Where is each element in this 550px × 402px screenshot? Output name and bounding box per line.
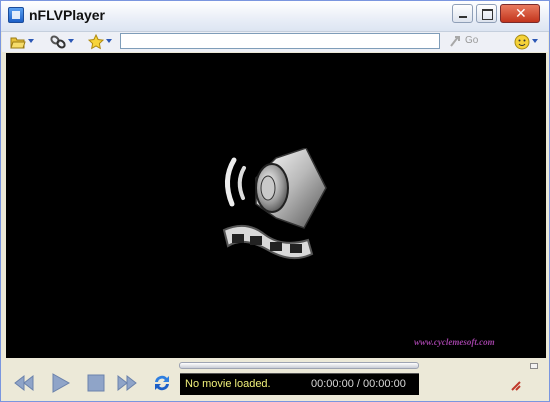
close-icon: ✕ (515, 6, 527, 22)
play-icon[interactable] (49, 372, 71, 394)
link-button[interactable] (50, 34, 78, 50)
status-panel: No movie loaded. 00:00:00 / 00:00:00 (180, 373, 419, 395)
favorites-button[interactable] (88, 34, 116, 50)
resize-icon[interactable] (509, 379, 523, 393)
link-icon (50, 35, 66, 49)
watermark-text: www.cyclemesoft.com (414, 337, 495, 347)
toolbar: Go (2, 32, 548, 52)
url-input[interactable] (120, 33, 440, 49)
next-icon[interactable] (116, 372, 138, 394)
maximize-button[interactable] (476, 4, 497, 23)
star-icon (88, 34, 104, 50)
time-display: 00:00:00 / 00:00:00 (311, 378, 406, 390)
open-folder-icon (10, 37, 26, 49)
maximize-icon (482, 9, 493, 20)
stop-icon[interactable] (85, 372, 107, 394)
help-dropdown-arrow-icon[interactable] (532, 39, 538, 43)
video-area[interactable]: www.cyclemesoft.com (6, 53, 546, 358)
previous-icon[interactable] (13, 372, 35, 394)
go-button[interactable]: Go (465, 35, 478, 46)
repeat-icon[interactable] (151, 372, 173, 394)
go-icon[interactable] (450, 35, 462, 47)
link-dropdown-arrow-icon[interactable] (68, 39, 74, 43)
open-button[interactable] (10, 34, 38, 50)
minimize-icon (459, 16, 467, 18)
seek-bar[interactable] (179, 362, 419, 369)
minimize-button[interactable] (452, 4, 473, 23)
speaker-film-icon (222, 148, 327, 260)
volume-slider[interactable] (530, 363, 538, 369)
status-message: No movie loaded. (185, 378, 271, 390)
help-button[interactable] (514, 34, 544, 50)
open-dropdown-arrow-icon[interactable] (28, 39, 34, 43)
app-window: nFLVPlayer ✕ Go www.cyclemesoft.com No m… (0, 0, 550, 402)
help-icon (514, 34, 530, 50)
title-bar[interactable]: nFLVPlayer ✕ (1, 1, 549, 32)
favorites-dropdown-arrow-icon[interactable] (106, 39, 112, 43)
app-icon (8, 7, 24, 23)
close-button[interactable]: ✕ (500, 4, 540, 23)
window-title: nFLVPlayer (29, 7, 105, 23)
